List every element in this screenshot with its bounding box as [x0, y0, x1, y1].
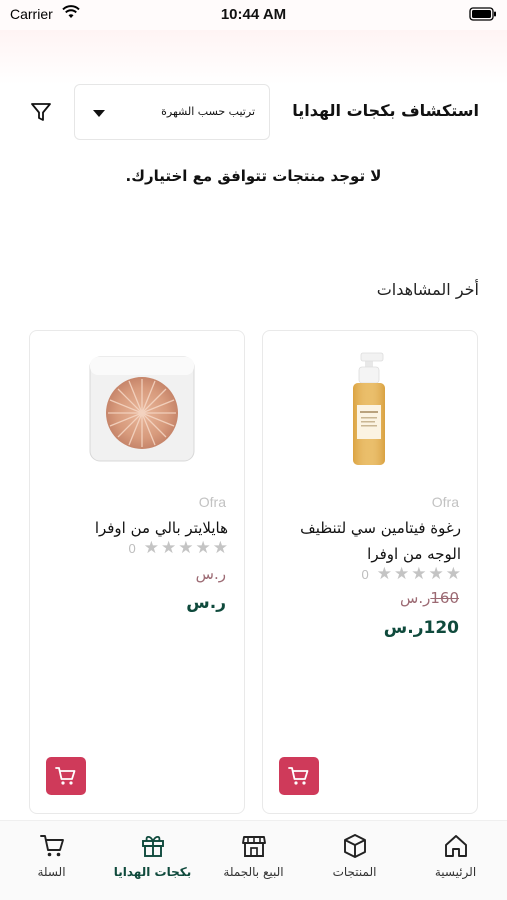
star-icon: ★	[394, 564, 410, 584]
product-image-highlighter	[89, 356, 195, 462]
star-icon: ★	[376, 564, 392, 584]
product-brand: Ofra	[198, 494, 226, 510]
empty-results-message: لا توجد منتجات تتوافق مع اختيارك.	[125, 167, 382, 185]
battery-icon	[469, 7, 496, 21]
star-icon: ★	[212, 538, 228, 558]
old-price: ر.س	[196, 565, 226, 583]
tab-wholesale[interactable]: البيع بالجملة	[203, 833, 304, 879]
add-to-cart-button[interactable]	[279, 757, 319, 795]
tab-label: بكجات الهدايا	[113, 865, 192, 879]
tab-cart[interactable]: السلة	[1, 833, 102, 879]
tab-products[interactable]: المنتجات	[304, 833, 405, 879]
sort-dropdown[interactable]: ترتيب حسب الشهرة	[74, 84, 270, 140]
star-icon: ★	[178, 538, 194, 558]
chevron-down-icon	[93, 110, 105, 117]
tab-label: السلة	[37, 865, 66, 879]
star-icon: ★	[411, 564, 427, 584]
clock: 10:44 AM	[220, 6, 287, 23]
old-price-currency: ر.س	[195, 565, 226, 583]
rating-count: 0	[361, 566, 369, 582]
tab-label: البيع بالجملة	[223, 865, 284, 879]
box-icon	[343, 834, 366, 858]
recently-viewed-title: أخر المشاهدات	[376, 280, 479, 299]
product-image-cleanser	[353, 352, 385, 465]
product-name[interactable]: رغوة فيتامين سي لتنظيف الوجه من اوفرا	[271, 515, 461, 567]
tab-label: الرئيسية	[434, 865, 477, 879]
home-icon	[444, 835, 467, 857]
store-icon	[241, 836, 266, 857]
bottom-tab-bar: الرئيسية المنتجات البيع بالجملة بكجات ال…	[0, 820, 507, 900]
old-price: 160ر.س	[400, 589, 459, 607]
gift-icon	[141, 835, 164, 857]
rating-stars: ★ ★ ★ ★ ★ 0	[362, 565, 461, 583]
tab-label: المنتجات	[332, 865, 377, 879]
product-brand: Ofra	[431, 494, 459, 510]
price-currency: ر.س	[186, 593, 226, 613]
page-title: استكشاف بكجات الهدايا	[292, 101, 479, 120]
sort-label: ترتيب حسب الشهرة	[161, 105, 255, 118]
price: ر.س	[186, 593, 226, 613]
star-icon: ★	[161, 538, 177, 558]
price-currency: ر.س	[383, 618, 424, 638]
price-value: 120	[423, 618, 460, 638]
tab-gift-packages[interactable]: بكجات الهدايا	[102, 833, 203, 879]
header: استكشاف بكجات الهدايا ترتيب حسب الشهرة	[0, 84, 507, 140]
cart-icon	[55, 767, 76, 785]
product-card[interactable]: Ofra رغوة فيتامين سي لتنظيف الوجه من اوف…	[262, 330, 478, 814]
rating-count: 0	[128, 540, 136, 556]
status-bar: Carrier 10:44 AM	[0, 0, 507, 30]
tab-home[interactable]: الرئيسية	[405, 833, 506, 879]
add-to-cart-button[interactable]	[46, 757, 86, 795]
old-price-currency: ر.س	[400, 589, 431, 607]
product-card[interactable]: Ofra هايلايتر بالي من اوفرا ★ ★ ★ ★ ★ 0 …	[29, 330, 245, 814]
star-icon: ★	[428, 564, 444, 584]
rating-stars: ★ ★ ★ ★ ★ 0	[129, 539, 228, 557]
star-icon: ★	[445, 564, 461, 584]
top-background	[0, 30, 507, 85]
old-price-value: 160	[430, 589, 459, 607]
star-icon: ★	[143, 538, 159, 558]
cart-icon	[39, 835, 64, 857]
cart-icon	[288, 767, 309, 785]
star-icon: ★	[195, 538, 211, 558]
filter-icon[interactable]	[30, 101, 52, 123]
price: 120ر.س	[384, 618, 459, 638]
